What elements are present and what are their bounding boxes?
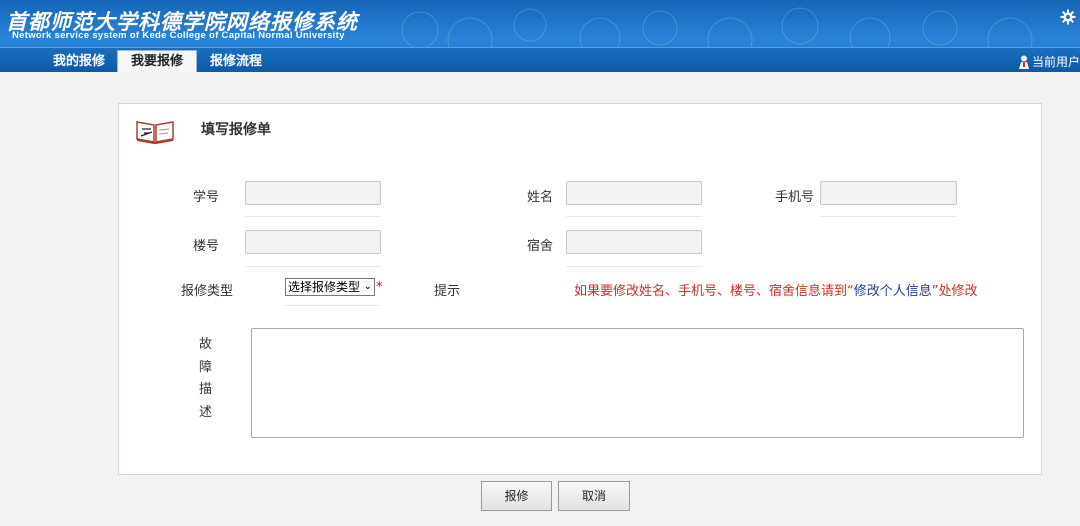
student-id-field[interactable] bbox=[245, 181, 381, 205]
building-field[interactable] bbox=[245, 230, 381, 254]
repair-type-selected: 选择报修类型 bbox=[288, 280, 361, 294]
current-user-label: 当前用户 bbox=[1031, 55, 1080, 69]
tab-repair-process[interactable]: 报修流程 bbox=[200, 51, 272, 72]
form-title: 填写报修单 bbox=[201, 122, 271, 138]
app-header: 首都师范大学科德学院网络报修系统 Network service system … bbox=[0, 0, 1080, 72]
dorm-field[interactable] bbox=[566, 230, 702, 254]
repair-type-label: 报修类型 bbox=[181, 284, 234, 299]
phone-field[interactable] bbox=[820, 181, 957, 205]
divider bbox=[285, 305, 379, 306]
divider bbox=[245, 266, 381, 267]
current-user[interactable]: 当前用户 bbox=[1018, 53, 1080, 71]
divider bbox=[820, 216, 957, 217]
gear-icon[interactable] bbox=[1060, 9, 1076, 25]
app-logo-subtitle: Network service system of Kede College o… bbox=[12, 30, 345, 41]
user-icon bbox=[1018, 55, 1029, 69]
edit-profile-link[interactable]: 修改个人信息 bbox=[854, 284, 932, 299]
description-label: 故障描述 bbox=[199, 337, 213, 420]
repair-form-panel: 填写报修单 学号 姓名 手机号 楼号 宿舍 报修类型 选择报修类型 ⌄ * 提示… bbox=[118, 103, 1042, 475]
required-mark: * bbox=[376, 280, 383, 295]
name-field[interactable] bbox=[566, 181, 702, 205]
book-icon bbox=[136, 121, 174, 144]
name-label: 姓名 bbox=[527, 190, 554, 205]
repair-type-select[interactable]: 选择报修类型 ⌄ bbox=[285, 278, 375, 296]
cancel-button[interactable]: 取消 bbox=[558, 481, 630, 511]
divider bbox=[245, 216, 381, 217]
description-textarea[interactable] bbox=[251, 328, 1024, 438]
nav-bar: 我的报修 我要报修 报修流程 当前用户 bbox=[0, 47, 1080, 72]
divider bbox=[566, 266, 702, 267]
student-id-label: 学号 bbox=[193, 190, 220, 205]
hint-text-before: 如果要修改姓名、手机号、楼号、宿舍信息请到“ bbox=[574, 284, 854, 299]
tab-my-repairs[interactable]: 我的报修 bbox=[44, 51, 114, 72]
divider bbox=[566, 216, 702, 217]
submit-repair-button[interactable]: 报修 bbox=[481, 481, 552, 511]
tab-new-repair[interactable]: 我要报修 bbox=[117, 50, 197, 72]
dorm-label: 宿舍 bbox=[527, 239, 554, 254]
building-label: 楼号 bbox=[193, 239, 220, 254]
hint-message: 如果要修改姓名、手机号、楼号、宿舍信息请到“修改个人信息”处修改 bbox=[574, 280, 978, 299]
phone-label: 手机号 bbox=[775, 190, 815, 205]
chevron-down-icon: ⌄ bbox=[363, 281, 372, 292]
hint-text-after: ”处修改 bbox=[931, 284, 978, 299]
hint-label: 提示 bbox=[434, 284, 461, 299]
